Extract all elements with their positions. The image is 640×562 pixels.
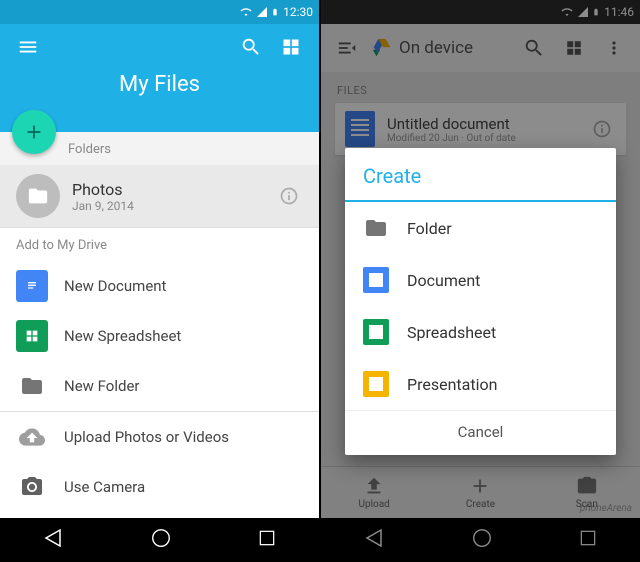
wifi-icon xyxy=(239,6,253,18)
use-camera-row[interactable]: Use Camera xyxy=(0,462,319,512)
nav-home-button[interactable] xyxy=(150,527,172,553)
camera-icon xyxy=(16,471,48,503)
dialog-option-document[interactable]: Document xyxy=(345,254,616,306)
android-nav-bar xyxy=(0,518,319,562)
status-icons xyxy=(239,5,279,19)
folder-icon xyxy=(27,185,49,207)
folder-row[interactable]: Photos Jan 9, 2014 xyxy=(0,165,319,227)
left-phone-frame: 12:30 My Files Folders Photos Jan 9, 201… xyxy=(0,0,319,562)
dialog-spreadsheet-label: Spreadsheet xyxy=(407,323,496,342)
slides-icon xyxy=(363,371,389,397)
new-folder-row[interactable]: New Folder xyxy=(0,361,319,411)
folder-icon xyxy=(363,215,389,241)
dialog-option-presentation[interactable]: Presentation xyxy=(345,358,616,410)
new-spreadsheet-row[interactable]: New Spreadsheet xyxy=(0,311,319,361)
folder-text: Photos Jan 9, 2014 xyxy=(72,180,275,213)
folder-info-button[interactable] xyxy=(275,182,303,210)
upload-row[interactable]: Upload Photos or Videos xyxy=(0,412,319,462)
folder-avatar xyxy=(16,174,60,218)
hamburger-icon xyxy=(17,36,39,58)
new-folder-label: New Folder xyxy=(64,377,139,395)
dialog-title: Create xyxy=(345,148,616,202)
create-dialog: Create Folder Document Spreadsheet Prese… xyxy=(345,148,616,455)
add-section-label: Add to My Drive xyxy=(0,228,319,261)
cloud-upload-icon xyxy=(16,421,48,453)
dialog-presentation-label: Presentation xyxy=(407,375,497,394)
info-icon xyxy=(279,186,299,206)
plus-icon xyxy=(23,121,45,143)
folder-name: Photos xyxy=(72,180,275,199)
page-title: My Files xyxy=(0,70,319,97)
upload-label: Upload Photos or Videos xyxy=(64,428,229,446)
status-time: 12:30 xyxy=(283,5,313,19)
dialog-option-folder[interactable]: Folder xyxy=(345,202,616,254)
watermark: phoneArena xyxy=(580,503,632,514)
docs-icon xyxy=(16,270,48,302)
dialog-document-label: Document xyxy=(407,271,480,290)
view-toggle-button[interactable] xyxy=(271,27,311,67)
folder-icon xyxy=(16,370,48,402)
dialog-folder-label: Folder xyxy=(407,219,452,238)
folder-date: Jan 9, 2014 xyxy=(72,199,275,213)
fab-add-button[interactable] xyxy=(12,110,56,154)
new-document-label: New Document xyxy=(64,277,166,295)
sheets-icon xyxy=(363,319,389,345)
search-button[interactable] xyxy=(231,27,271,67)
dialog-option-spreadsheet[interactable]: Spreadsheet xyxy=(345,306,616,358)
sheets-icon xyxy=(16,320,48,352)
status-bar: 12:30 xyxy=(0,0,319,24)
right-phone-frame: 11:46 On device FILES Untitled document … xyxy=(321,0,640,562)
docs-icon xyxy=(363,267,389,293)
nav-recent-button[interactable] xyxy=(257,528,277,552)
add-actions-list: New Document New Spreadsheet New Folder … xyxy=(0,261,319,512)
use-camera-label: Use Camera xyxy=(64,478,145,496)
signal-icon xyxy=(255,6,269,18)
battery-icon xyxy=(271,5,279,19)
new-document-row[interactable]: New Document xyxy=(0,261,319,311)
search-icon xyxy=(240,36,262,58)
menu-button[interactable] xyxy=(8,27,48,67)
new-spreadsheet-label: New Spreadsheet xyxy=(64,327,181,345)
grid-icon xyxy=(281,37,301,57)
nav-back-button[interactable] xyxy=(42,526,66,554)
dialog-cancel-button[interactable]: Cancel xyxy=(345,410,616,455)
